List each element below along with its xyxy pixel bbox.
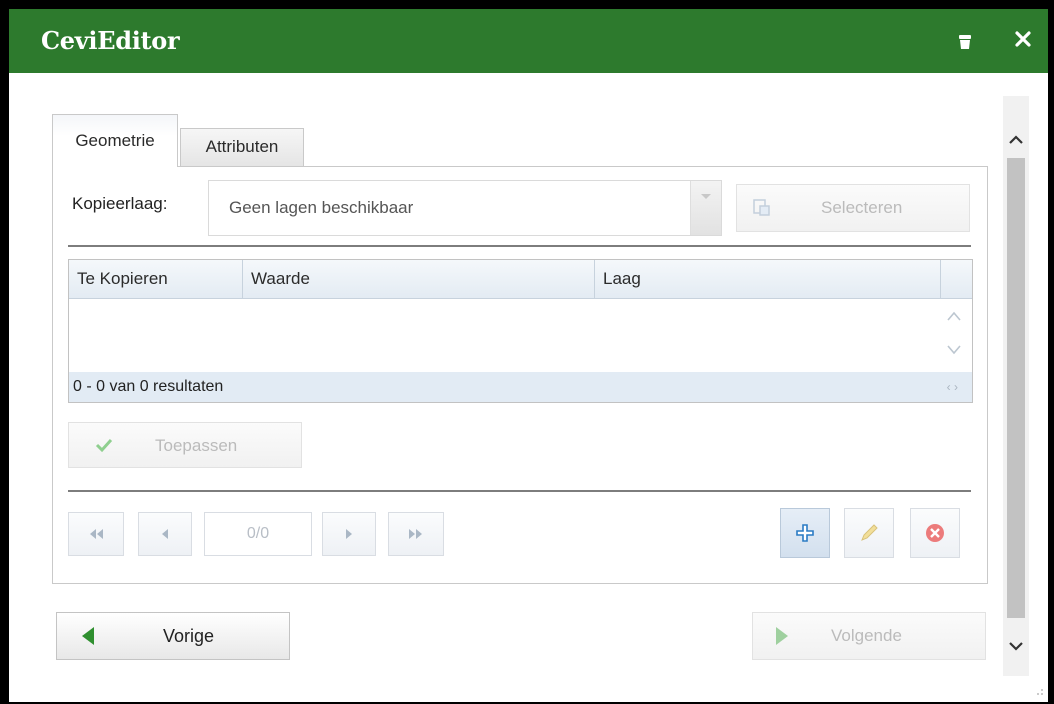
grid-vertical-scroll[interactable] [944, 308, 964, 363]
scroll-up-icon[interactable] [1006, 130, 1026, 150]
panel-scrollbar[interactable] [1003, 96, 1029, 676]
grid-horizontal-scroll-icon[interactable]: ‹ › [947, 380, 958, 394]
checkmark-icon [95, 438, 113, 453]
close-icon[interactable] [1013, 29, 1033, 49]
grid-footer: 0 - 0 van 0 resultaten [69, 372, 972, 402]
plus-icon [796, 524, 814, 542]
copy-layer-label: Kopieerlaag: [72, 194, 168, 213]
first-page-button[interactable] [68, 512, 124, 556]
delete-button[interactable] [910, 508, 960, 558]
apply-button[interactable]: Toepassen [68, 422, 302, 468]
apply-button-label: Toepassen [155, 436, 238, 455]
arrow-left-icon [82, 627, 94, 645]
delete-icon [926, 524, 944, 542]
arrow-right-icon [776, 627, 788, 645]
divider [68, 245, 971, 247]
copy-grid: Te Kopieren Waarde Laag 0 - 0 van 0 resu… [68, 259, 973, 403]
next-button[interactable]: Volgende [752, 612, 986, 660]
edit-button[interactable] [844, 508, 894, 558]
tab-geometrie[interactable]: Geometrie [52, 114, 178, 167]
dropdown-arrow-icon[interactable] [690, 181, 721, 235]
next-button-label: Volgende [831, 626, 902, 645]
divider [68, 490, 971, 492]
scrollbar-thumb[interactable] [1007, 158, 1025, 618]
last-page-button[interactable] [388, 512, 444, 556]
resize-grip-icon[interactable] [1034, 688, 1044, 698]
previous-page-button[interactable] [138, 512, 192, 556]
copy-layer-select[interactable]: Geen lagen beschikbaar [208, 180, 722, 236]
pencil-icon [861, 524, 878, 541]
title-bar: CeviEditor [9, 9, 1048, 73]
column-header-laag[interactable]: Laag [595, 260, 941, 298]
chevron-right-icon [346, 529, 352, 539]
window-title: CeviEditor [41, 26, 180, 55]
column-header-te-kopieren[interactable]: Te Kopieren [69, 260, 243, 298]
scroll-down-icon[interactable] [1006, 636, 1026, 656]
grid-header: Te Kopieren Waarde Laag [69, 260, 972, 299]
tab-attributen[interactable]: Attributen [180, 128, 304, 166]
next-page-button[interactable] [322, 512, 376, 556]
add-button[interactable] [780, 508, 830, 558]
previous-button-label: Vorige [163, 626, 215, 646]
double-chevron-right-icon [409, 529, 422, 539]
select-button-label: Selecteren [821, 198, 903, 217]
dock-icon[interactable] [957, 33, 973, 51]
page-counter: 0/0 [204, 512, 312, 556]
column-header-waarde[interactable]: Waarde [243, 260, 595, 298]
copy-layer-value: Geen lagen beschikbaar [229, 198, 414, 217]
select-button[interactable]: Selecteren [736, 184, 970, 232]
result-count: 0 - 0 van 0 resultaten [73, 378, 224, 395]
select-features-icon [753, 199, 770, 216]
previous-button[interactable]: Vorige [56, 612, 290, 660]
chevron-left-icon [162, 529, 168, 539]
double-chevron-left-icon [90, 529, 103, 539]
